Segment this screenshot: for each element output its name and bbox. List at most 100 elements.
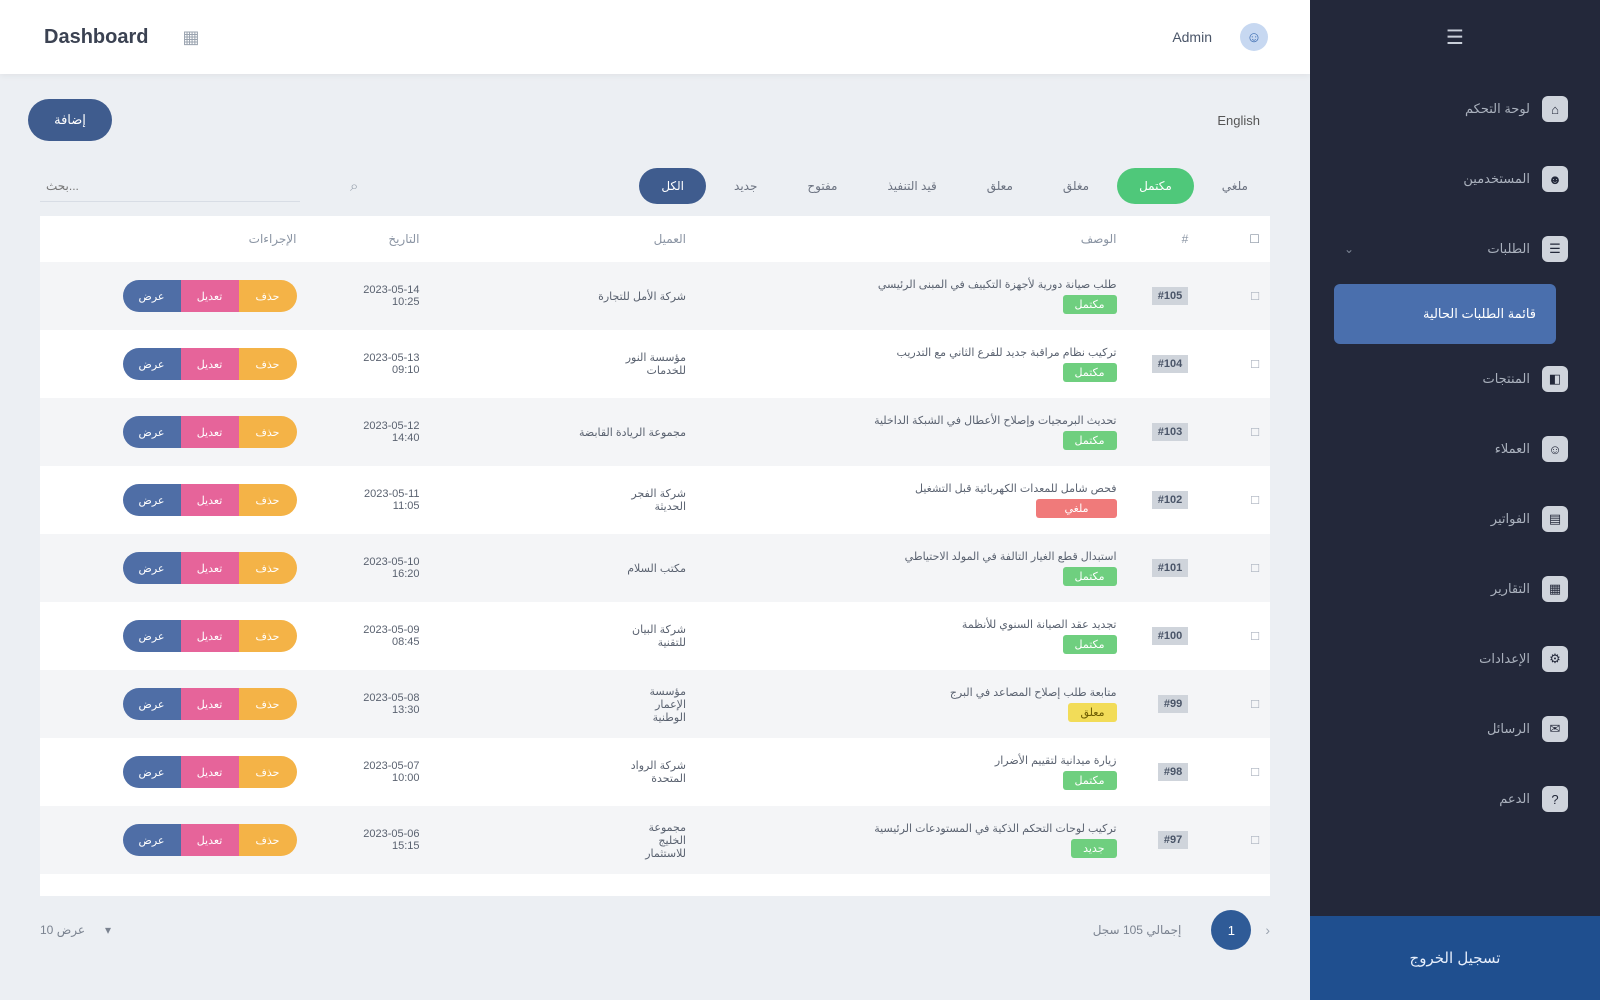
- row-checkbox[interactable]: ☐: [1250, 767, 1260, 779]
- row-date: 2023-05-09 08:45: [363, 624, 420, 648]
- table-row[interactable]: عرض تعديل حذف 2023-05-06 15:15 مجموعة الخليج…: [40, 806, 1270, 874]
- total-count: إجمالي 105 سجل: [1092, 923, 1182, 937]
- edit-button[interactable]: تعديل: [180, 416, 239, 448]
- row-client: شركة البيان للتقنية: [632, 624, 686, 649]
- table-row[interactable]: عرض تعديل حذف 2023-05-08 13:30 مؤسسة الإعمار…: [40, 670, 1270, 738]
- view-button[interactable]: عرض: [122, 416, 181, 448]
- delete-button[interactable]: حذف: [238, 348, 297, 380]
- row-select: ☐: [1198, 534, 1270, 602]
- row-checkbox[interactable]: ☐: [1250, 563, 1260, 575]
- edit-button[interactable]: تعديل: [180, 484, 239, 516]
- delete-button[interactable]: حذف: [238, 280, 297, 312]
- filter-tab[interactable]: الكل: [639, 168, 707, 204]
- filter-tab[interactable]: جديد: [712, 168, 779, 204]
- status-badge: معلق: [1068, 703, 1117, 722]
- filter-tab[interactable]: معلق: [965, 168, 1035, 204]
- row-description: تركيب لوحات التحكم الذكية في المستودعات …: [696, 806, 1127, 874]
- status-badge: مكتمل: [1062, 295, 1117, 314]
- view-button[interactable]: عرض: [122, 484, 181, 516]
- add-button[interactable]: إضافة: [28, 99, 112, 141]
- filter-tab[interactable]: مغلق: [1041, 168, 1111, 204]
- row-checkbox[interactable]: ☐: [1250, 699, 1260, 711]
- filter-tab[interactable]: ملغي: [1200, 168, 1270, 204]
- table-row[interactable]: عرض تعديل حذف 2023-05-07 10:00 شركة الرواد ا…: [40, 738, 1270, 806]
- row-checkbox[interactable]: ☐: [1250, 359, 1260, 371]
- action-group: عرض تعديل حذف: [50, 688, 297, 720]
- edit-button[interactable]: تعديل: [180, 620, 239, 652]
- view-button[interactable]: عرض: [122, 756, 181, 788]
- row-id: #105: [1127, 262, 1199, 330]
- row-checkbox[interactable]: ☐: [1250, 427, 1260, 439]
- column-header: التاريخ: [306, 216, 430, 262]
- edit-button[interactable]: تعديل: [180, 824, 239, 856]
- table-row[interactable]: عرض تعديل حذف 2023-05-12 14:40 مجموعة الرياد…: [40, 398, 1270, 466]
- delete-button[interactable]: حذف: [238, 756, 297, 788]
- sidebar-item[interactable]: ⌄ الطلبات ☰: [1310, 214, 1600, 284]
- edit-button[interactable]: تعديل: [180, 348, 239, 380]
- sidebar-item-icon: ✉: [1542, 716, 1568, 742]
- language-link[interactable]: English: [1217, 113, 1260, 128]
- sidebar-item-icon: ⌂: [1542, 96, 1568, 122]
- table-row[interactable]: عرض تعديل حذف 2023-05-13 09:10 مؤسسة النور ل…: [40, 330, 1270, 398]
- table-row[interactable]: عرض تعديل حذف 2023-05-11 11:05 شركة الفجر ال…: [40, 466, 1270, 534]
- sidebar-item[interactable]: المنتجات ◧: [1310, 344, 1600, 414]
- sidebar-item[interactable]: الدعم?: [1310, 764, 1600, 834]
- sidebar-item[interactable]: العملاء ☺: [1310, 414, 1600, 484]
- description-text: فحص شامل للمعدات الكهربائية قبل التشغيل: [915, 483, 1117, 495]
- filter-tab[interactable]: قيد التنفيذ: [865, 168, 958, 204]
- delete-button[interactable]: حذف: [238, 484, 297, 516]
- sidebar-item[interactable]: المستخدمين ☻: [1310, 144, 1600, 214]
- view-button[interactable]: عرض: [122, 280, 181, 312]
- edit-button[interactable]: تعديل: [180, 756, 239, 788]
- row-checkbox[interactable]: ☐: [1250, 631, 1260, 643]
- delete-button[interactable]: حذف: [238, 824, 297, 856]
- sidebar-item-label: الرسائل: [1486, 721, 1530, 736]
- row-checkbox[interactable]: ☐: [1250, 835, 1260, 847]
- row-id: #104: [1127, 330, 1199, 398]
- sidebar-item[interactable]: الفواتير ▤: [1310, 484, 1600, 554]
- edit-button[interactable]: تعديل: [180, 280, 239, 312]
- row-select: ☐: [1198, 466, 1270, 534]
- delete-button[interactable]: حذف: [238, 416, 297, 448]
- view-button[interactable]: عرض: [122, 348, 181, 380]
- view-button[interactable]: عرض: [122, 552, 181, 584]
- row-checkbox[interactable]: ☐: [1250, 291, 1260, 303]
- table-row[interactable]: عرض تعديل حذف 2023-05-10 16:20 مكتب السلام اس…: [40, 534, 1270, 602]
- chevron-down-icon: ⌄: [1344, 242, 1355, 256]
- chevron-right-icon[interactable]: ›: [1265, 922, 1270, 938]
- avatar[interactable]: ☺: [1240, 23, 1268, 51]
- sidebar-item[interactable]: الرسائل ✉: [1310, 694, 1600, 764]
- view-button[interactable]: عرض: [122, 620, 181, 652]
- menu-icon[interactable]: ☰: [1310, 0, 1600, 74]
- edit-button[interactable]: تعديل: [180, 552, 239, 584]
- sidebar-item[interactable]: الإعدادات ⚙: [1310, 624, 1600, 694]
- delete-button[interactable]: حذف: [238, 688, 297, 720]
- user-name[interactable]: Admin: [1172, 29, 1212, 45]
- search-input[interactable]: [40, 170, 300, 202]
- table-row[interactable]: عرض تعديل حذف 2023-05-14 10:25 شركة الأمل لل…: [40, 262, 1270, 330]
- logout-button[interactable]: تسجيل الخروج: [1310, 916, 1600, 1000]
- view-button[interactable]: عرض: [122, 824, 181, 856]
- table-body: عرض تعديل حذف 2023-05-14 10:25 شركة الأمل لل…: [40, 262, 1270, 874]
- orders-table-container: الإجراءات التاريخ العميل الوصف # ☐ عرض تعديل حذ…: [40, 216, 1270, 896]
- sidebar-item[interactable]: لوحة التحكم ⌂: [1310, 74, 1600, 144]
- edit-button[interactable]: تعديل: [180, 688, 239, 720]
- row-client: شركة الفجر الحديثة: [631, 488, 686, 513]
- filter-tab[interactable]: مكتمل: [1117, 168, 1194, 204]
- view-button[interactable]: عرض: [122, 688, 181, 720]
- filter-tab[interactable]: مفتوح: [785, 168, 859, 204]
- sidebar-item[interactable]: التقارير ▦: [1310, 554, 1600, 624]
- grid-icon[interactable]: ▦: [182, 27, 199, 48]
- page-button-current[interactable]: 1: [1211, 910, 1252, 950]
- column-header: العميل: [429, 216, 696, 262]
- delete-button[interactable]: حذف: [238, 620, 297, 652]
- sidebar-subitem-active[interactable]: قائمة الطلبات الحالية: [1334, 284, 1556, 344]
- row-description: فحص شامل للمعدات الكهربائية قبل التشغيل م…: [696, 466, 1127, 534]
- column-header: الإجراءات: [40, 216, 307, 262]
- page-size-select[interactable]: ▾: [105, 923, 111, 937]
- row-checkbox[interactable]: ☐: [1250, 495, 1260, 507]
- table-row[interactable]: عرض تعديل حذف 2023-05-09 08:45 شركة البيان ل…: [40, 602, 1270, 670]
- delete-button[interactable]: حذف: [238, 552, 297, 584]
- search-icon[interactable]: ⌕: [350, 178, 358, 195]
- brand-title: Dashboard: [44, 25, 149, 48]
